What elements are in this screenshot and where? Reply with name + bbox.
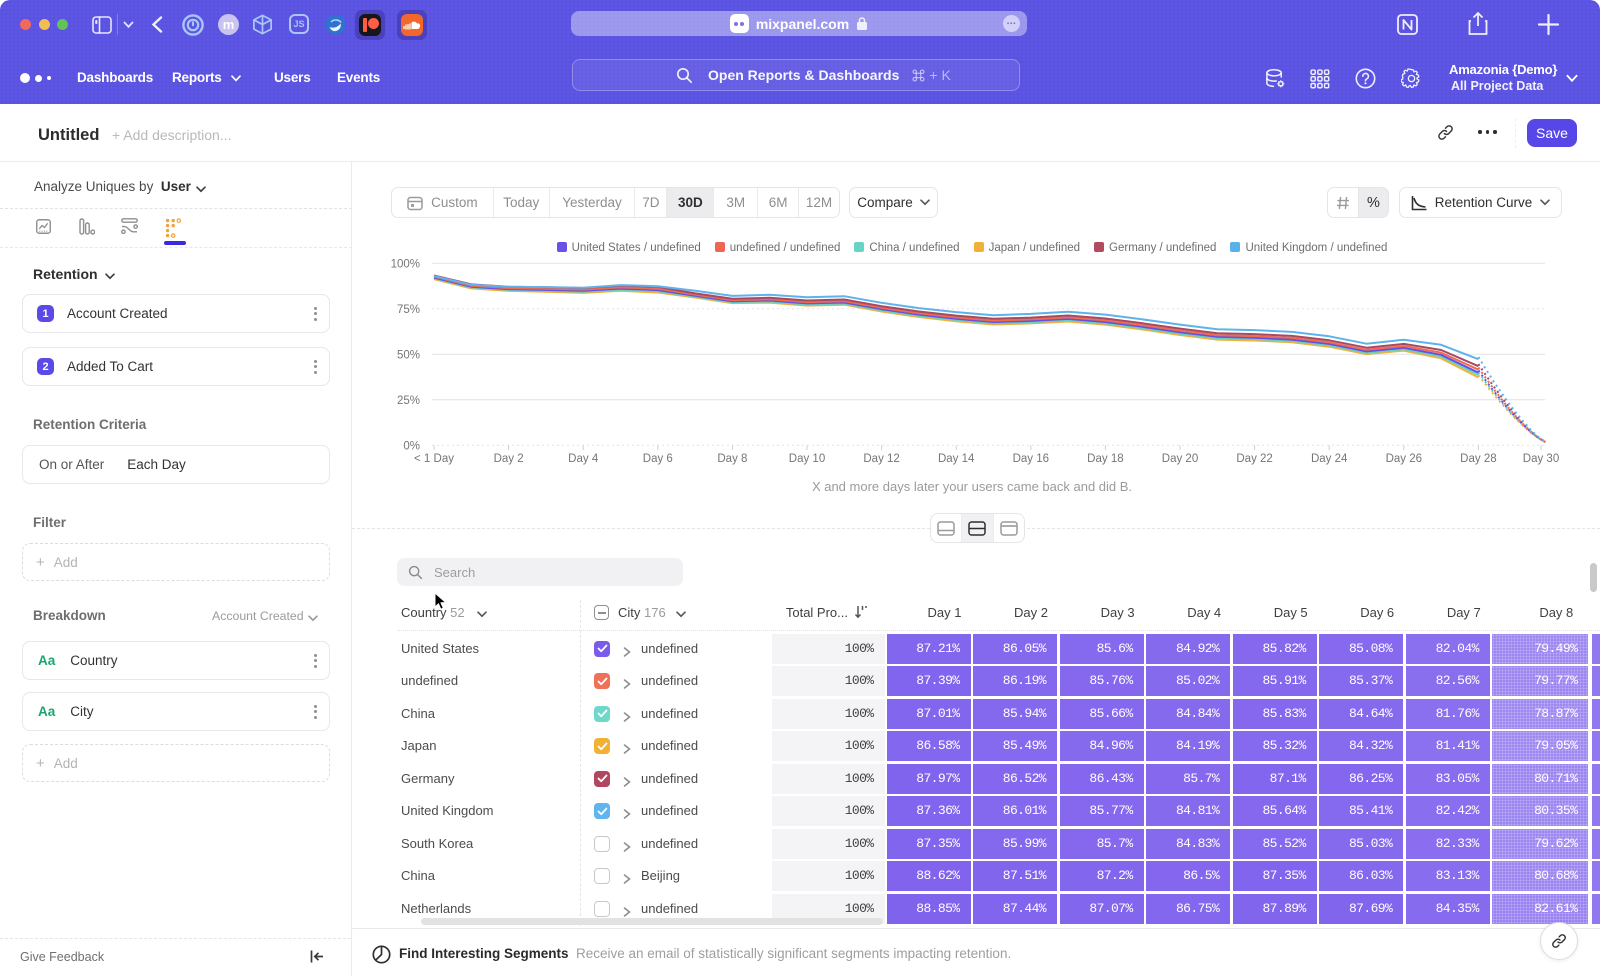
svg-text:< 1 Day: < 1 Day bbox=[414, 453, 454, 465]
svg-text:Day 28: Day 28 bbox=[1460, 453, 1496, 465]
svg-text:50%: 50% bbox=[397, 349, 420, 361]
svg-text:Day 22: Day 22 bbox=[1236, 453, 1272, 465]
svg-text:Day 18: Day 18 bbox=[1087, 453, 1123, 465]
svg-text:Day 30: Day 30 bbox=[1523, 453, 1559, 465]
svg-text:0%: 0% bbox=[403, 440, 420, 452]
svg-text:Day 4: Day 4 bbox=[568, 453, 599, 465]
svg-text:Day 8: Day 8 bbox=[717, 453, 747, 465]
svg-text:Day 14: Day 14 bbox=[938, 453, 975, 465]
svg-text:Day 10: Day 10 bbox=[789, 453, 825, 465]
svg-text:Day 16: Day 16 bbox=[1013, 453, 1049, 465]
svg-text:75%: 75% bbox=[397, 304, 420, 316]
svg-text:Day 6: Day 6 bbox=[643, 453, 673, 465]
svg-text:Day 20: Day 20 bbox=[1162, 453, 1198, 465]
svg-text:100%: 100% bbox=[391, 258, 420, 270]
svg-text:25%: 25% bbox=[397, 395, 420, 407]
svg-text:Day 24: Day 24 bbox=[1311, 453, 1348, 465]
svg-text:Day 26: Day 26 bbox=[1386, 453, 1422, 465]
svg-text:Day 2: Day 2 bbox=[494, 453, 524, 465]
svg-text:Day 12: Day 12 bbox=[863, 453, 899, 465]
